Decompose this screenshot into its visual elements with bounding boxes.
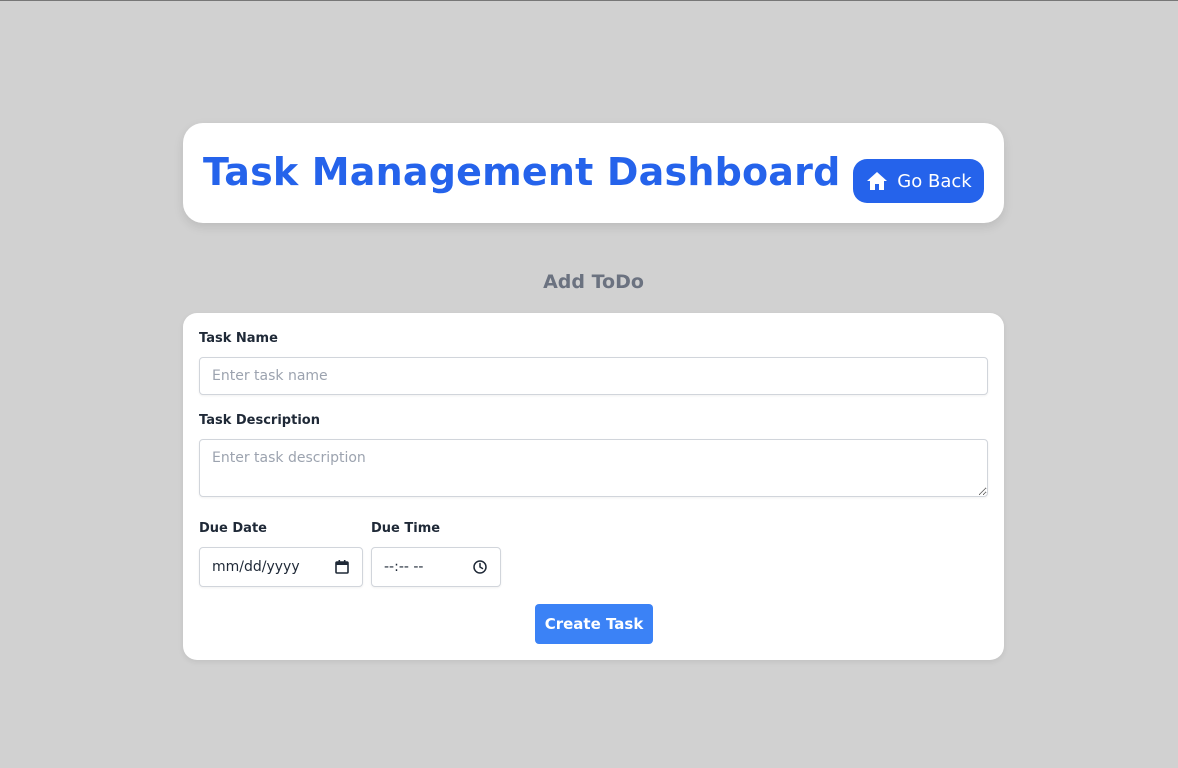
header-card: Task Management Dashboard Go Back	[183, 123, 1004, 223]
task-name-label: Task Name	[199, 331, 278, 346]
create-task-button[interactable]: Create Task	[535, 604, 653, 644]
section-heading: Add ToDo	[543, 271, 644, 293]
go-back-button[interactable]: Go Back	[853, 159, 984, 203]
due-time-value: --:-- --	[384, 559, 424, 575]
due-date-label: Due Date	[199, 521, 267, 536]
go-back-label: Go Back	[897, 170, 972, 192]
due-date-value: mm/dd/yyyy	[212, 559, 300, 575]
page-title: Task Management Dashboard	[203, 150, 841, 194]
clock-icon[interactable]	[472, 559, 488, 575]
calendar-icon[interactable]	[334, 559, 350, 575]
due-time-label: Due Time	[371, 521, 441, 536]
task-description-label: Task Description	[199, 413, 320, 428]
due-time-input[interactable]: --:-- --	[371, 547, 501, 587]
add-todo-form: Task Name Task Description Due Date mm/d…	[183, 313, 1004, 660]
task-description-input[interactable]	[199, 439, 988, 497]
due-date-input[interactable]: mm/dd/yyyy	[199, 547, 363, 587]
task-name-input[interactable]	[199, 357, 988, 395]
home-icon	[865, 169, 889, 193]
